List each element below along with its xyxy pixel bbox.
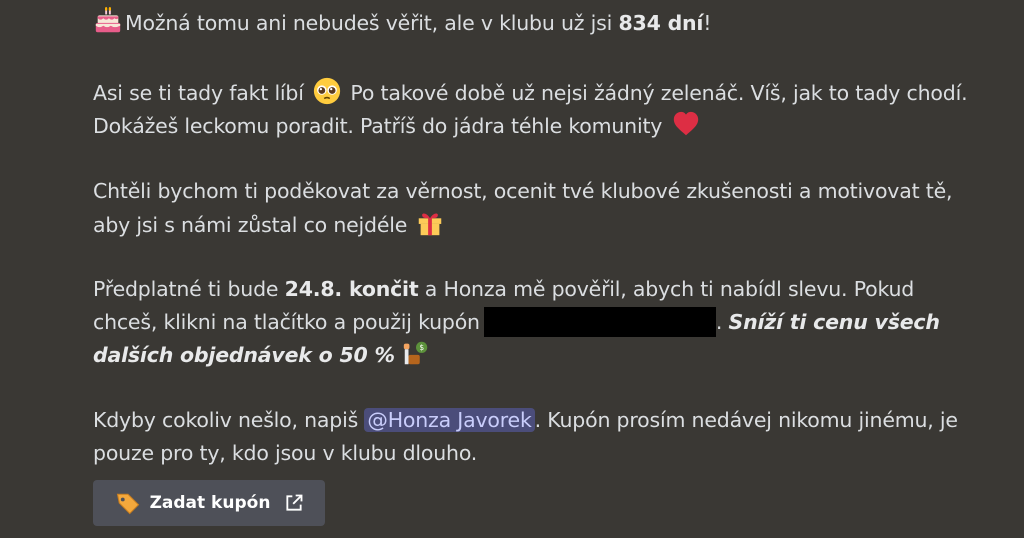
external-link-icon <box>286 494 303 511</box>
days-count: 834 dní <box>618 11 704 35</box>
paragraph-offer: Předplatné ti bude 24.8. končit a Honza … <box>93 273 940 371</box>
offer-text-cont: a Honza mě pověřil, abych ti nabídl slev… <box>418 277 915 301</box>
offer-text-period: . <box>715 309 729 334</box>
praise-text-cont: Po takové době už nejsi žádný zelenáč. V… <box>350 81 968 105</box>
redacted-coupon-code <box>483 306 716 337</box>
gift-icon <box>419 212 442 235</box>
red-heart-icon <box>673 111 698 135</box>
discount-text: Sníží ti cenu všech <box>728 309 940 334</box>
thanks-text-line2: aby jsi s námi zůstal co nejdéle <box>93 212 408 237</box>
offer-text: Předplatné ti bude <box>93 277 285 301</box>
pleading-face-icon <box>313 77 341 105</box>
anniversary-text: Možná tomu ani nebudeš věřit, ale v klub… <box>125 11 619 35</box>
enter-coupon-label: Zadat kupón <box>149 493 271 513</box>
paragraph-contact: Kdyby cokoliv nešlo, napiš @Honza Javore… <box>93 404 958 469</box>
label-tag-icon <box>116 493 139 515</box>
discount-text-line3: dalších objednávek o 50 % <box>93 343 395 367</box>
praise-text-line2: Dokážeš leckomu poradit. Patříš do jádra… <box>93 113 663 138</box>
user-mention[interactable]: @Honza Javorek <box>364 408 535 432</box>
contact-text-cont: . Kupón prosím nedávej nikomu jinému, je <box>534 408 958 432</box>
paragraph-praise: Asi se ti tady fakt líbí Po takové době … <box>93 76 968 141</box>
enter-coupon-button[interactable]: Zadat kupón <box>93 480 325 526</box>
paragraph-thanks: Chtěli bychom ti poděkovat za věrnost, o… <box>93 175 953 240</box>
offer-text-line2: chceš, klikni na tlačítko a použij kupón <box>93 309 480 334</box>
birthday-cake-icon <box>95 6 121 33</box>
money-bag-icon: $ <box>404 341 428 365</box>
svg-text:$: $ <box>420 343 425 352</box>
expiry-date: 24.8. končit <box>284 277 419 301</box>
contact-text: Kdyby cokoliv nešlo, napiš <box>93 408 365 432</box>
contact-text-line2: pouze pro ty, kdo jsou v klubu dlouho. <box>93 440 478 465</box>
anniversary-text-end: ! <box>703 11 712 35</box>
praise-text: Asi se ti tady fakt líbí <box>93 81 304 105</box>
paragraph-anniversary: Možná tomu ani nebudeš věřit, ale v klub… <box>93 6 711 39</box>
thanks-text: Chtěli bychom ti poděkovat za věrnost, o… <box>93 179 953 203</box>
